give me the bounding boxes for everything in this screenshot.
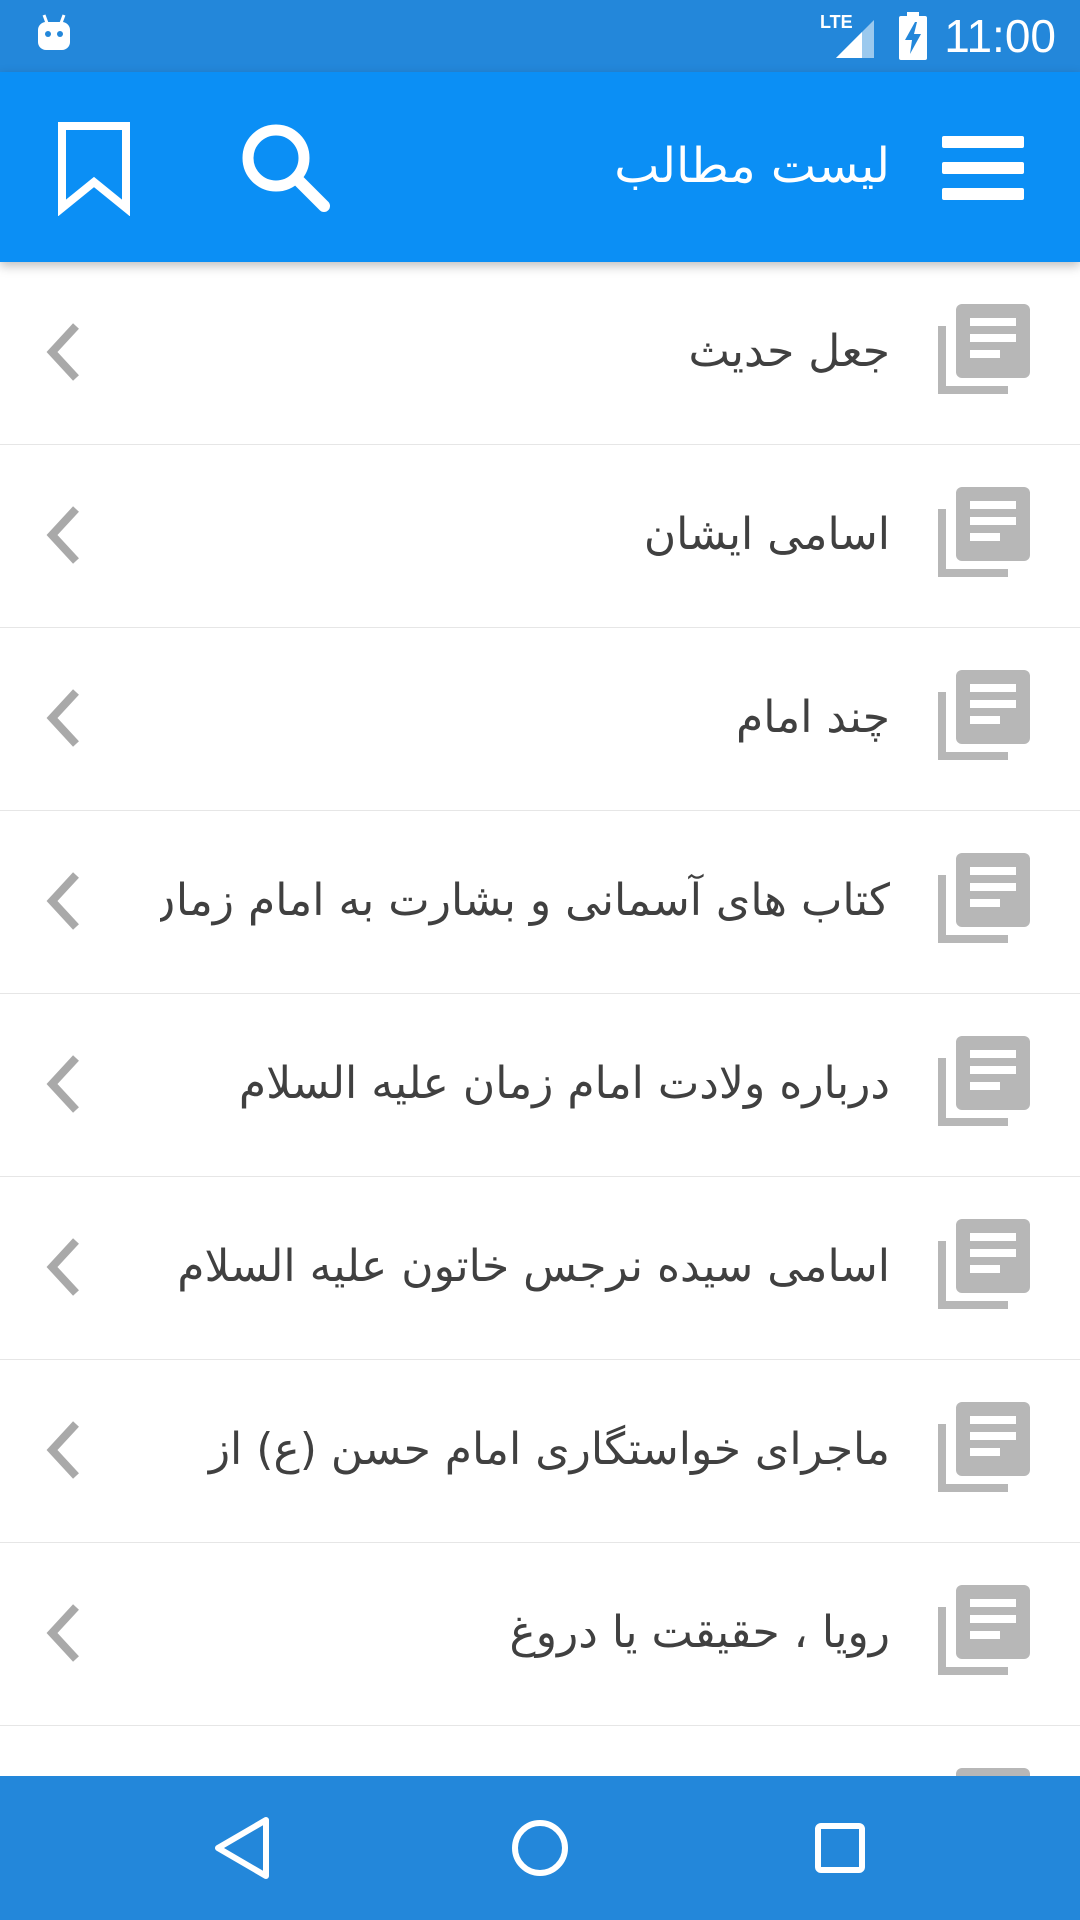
library-books-icon (938, 1219, 1030, 1309)
bookmark-icon[interactable] (56, 120, 132, 216)
chevron-left-icon (46, 1604, 79, 1662)
system-nav-bar (0, 1776, 1080, 1920)
list-item[interactable]: رویا ، حقیقت یا دروغ (0, 1543, 1080, 1726)
list-item[interactable] (0, 1726, 1080, 1776)
list-item[interactable]: ماجرای خواستگاری امام حسن (ع) از (0, 1360, 1080, 1543)
list-item[interactable]: کتاب های آسمانی و بشارت به امام زمان (0, 811, 1080, 994)
library-books-icon (938, 853, 1030, 943)
chevron-left-icon (46, 872, 79, 930)
page-title: لیست مطالب (614, 138, 890, 194)
app-bar: لیست مطالب (0, 72, 1080, 262)
chevron-left-icon (46, 1055, 79, 1113)
list-item[interactable]: درباره ولادت امام زمان علیه السلام (0, 994, 1080, 1177)
list-item[interactable]: اسامی سیده نرجس خاتون علیه السلام (0, 1177, 1080, 1360)
content-list: جعل حدیث اسامی ایشان چند امام کتاب های آ… (0, 262, 1080, 1776)
library-books-icon (938, 487, 1030, 577)
library-books-icon (938, 1585, 1030, 1675)
library-books-icon (938, 1036, 1030, 1126)
chevron-left-icon (46, 323, 79, 381)
list-item-label: جعل حدیث (688, 326, 890, 377)
list-item[interactable]: جعل حدیث (0, 262, 1080, 445)
home-circle-icon[interactable] (500, 1808, 580, 1888)
status-clock: 11:00 (944, 10, 1056, 62)
back-triangle-icon[interactable] (204, 1808, 284, 1888)
library-books-icon (938, 670, 1030, 760)
list-item-label: چند امام (736, 692, 890, 743)
chevron-left-icon (46, 1238, 79, 1296)
list-item-label: کتاب های آسمانی و بشارت به امام زمان (160, 875, 890, 926)
list-item-label: اسامی سیده نرجس خاتون علیه السلام (177, 1241, 890, 1292)
battery-charging-icon (899, 12, 927, 60)
chevron-left-icon (46, 1421, 79, 1479)
list-item-label: درباره ولادت امام زمان علیه السلام (238, 1058, 890, 1109)
status-bar: LTE 11:00 (0, 0, 1080, 72)
lte-signal-icon: LTE (818, 12, 874, 58)
list-item-label: اسامی ایشان (643, 509, 890, 560)
screen: LTE 11:00 لیست مطالب جعل حدیث اسامی ایشا… (0, 0, 1080, 1920)
list-item[interactable]: اسامی ایشان (0, 445, 1080, 628)
recents-square-icon[interactable] (800, 1808, 880, 1888)
list-item-label: ماجرای خواستگاری امام حسن (ع) از (208, 1424, 890, 1475)
hamburger-menu-icon[interactable] (940, 130, 1026, 206)
list-item-label: رویا ، حقیقت یا دروغ (509, 1607, 891, 1658)
list-item[interactable]: چند امام (0, 628, 1080, 811)
library-books-icon (938, 1402, 1030, 1492)
library-books-icon (938, 304, 1030, 394)
chevron-left-icon (46, 506, 79, 564)
search-icon[interactable] (238, 120, 334, 216)
chevron-left-icon (46, 689, 79, 747)
android-notification-icon (38, 14, 70, 50)
library-books-icon (956, 1768, 1030, 1776)
